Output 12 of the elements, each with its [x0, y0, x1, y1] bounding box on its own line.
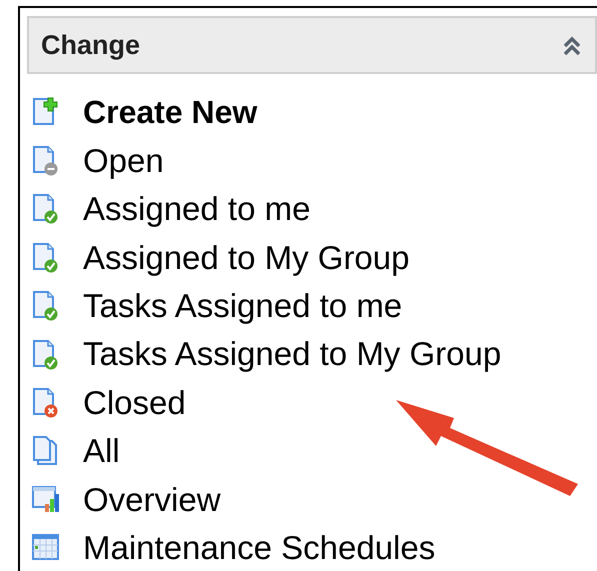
menu-link[interactable]: All: [83, 426, 120, 476]
menu-link[interactable]: Tasks Assigned to me: [83, 281, 402, 331]
menu-link[interactable]: Maintenance Schedules: [83, 522, 436, 571]
menu-link[interactable]: Open: [83, 136, 164, 186]
menu-link[interactable]: Overview: [83, 474, 221, 524]
menu-link[interactable]: Tasks Assigned to My Group: [83, 329, 502, 379]
window-chart-icon: [31, 484, 61, 515]
menu-link[interactable]: Closed: [83, 378, 186, 428]
panel-title: Change: [41, 28, 140, 62]
menu-link[interactable]: Create New: [83, 88, 258, 136]
menu-link[interactable]: Assigned to me: [83, 184, 310, 234]
menu-link[interactable]: Assigned to My Group: [83, 232, 410, 282]
